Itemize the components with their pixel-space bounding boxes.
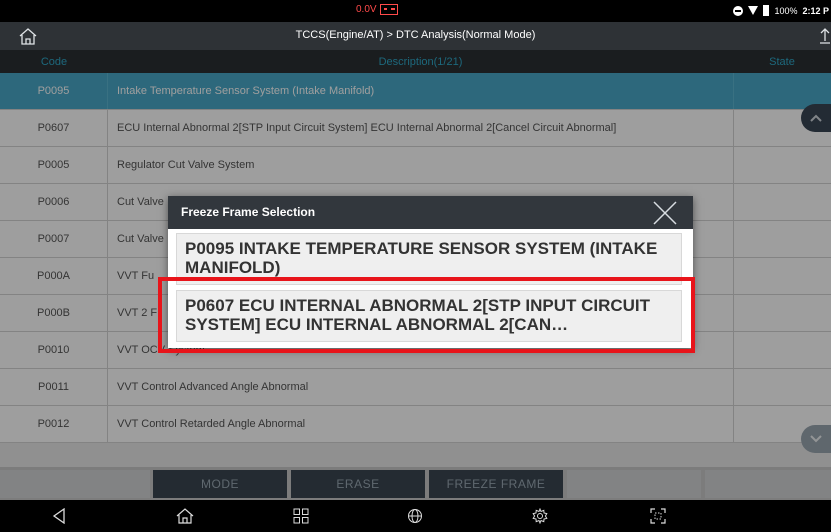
clock: 2:12 P <box>802 5 829 16</box>
screenshot-icon[interactable] <box>650 508 666 524</box>
wifi-icon <box>748 5 759 16</box>
close-icon[interactable] <box>652 200 678 226</box>
home-icon[interactable] <box>176 508 194 524</box>
back-icon[interactable] <box>52 508 66 524</box>
highlight-box <box>158 277 695 353</box>
page-title: TCCS(Engine/AT) > DTC Analysis(Normal Mo… <box>295 29 536 41</box>
gear-icon[interactable] <box>532 508 548 524</box>
navigation-bar <box>0 500 831 532</box>
status-right: 100% 2:12 P <box>733 5 829 16</box>
battery-icon <box>763 5 770 16</box>
do-not-disturb-icon <box>733 5 744 16</box>
voltage-indicator: 0.0V <box>356 4 398 15</box>
battery-percent: 100% <box>774 5 798 16</box>
voltage-value: 0.0V <box>356 4 377 15</box>
globe-icon[interactable] <box>407 508 423 524</box>
car-battery-icon <box>379 4 398 15</box>
title-bar: TCCS(Engine/AT) > DTC Analysis(Normal Mo… <box>0 22 831 50</box>
share-icon[interactable] <box>819 26 831 46</box>
dialog-title: Freeze Frame Selection <box>181 205 316 219</box>
status-bar: 0.0V 100% 2:12 P <box>0 0 831 22</box>
grid-icon[interactable] <box>293 508 309 524</box>
dialog-header: Freeze Frame Selection <box>168 196 693 229</box>
